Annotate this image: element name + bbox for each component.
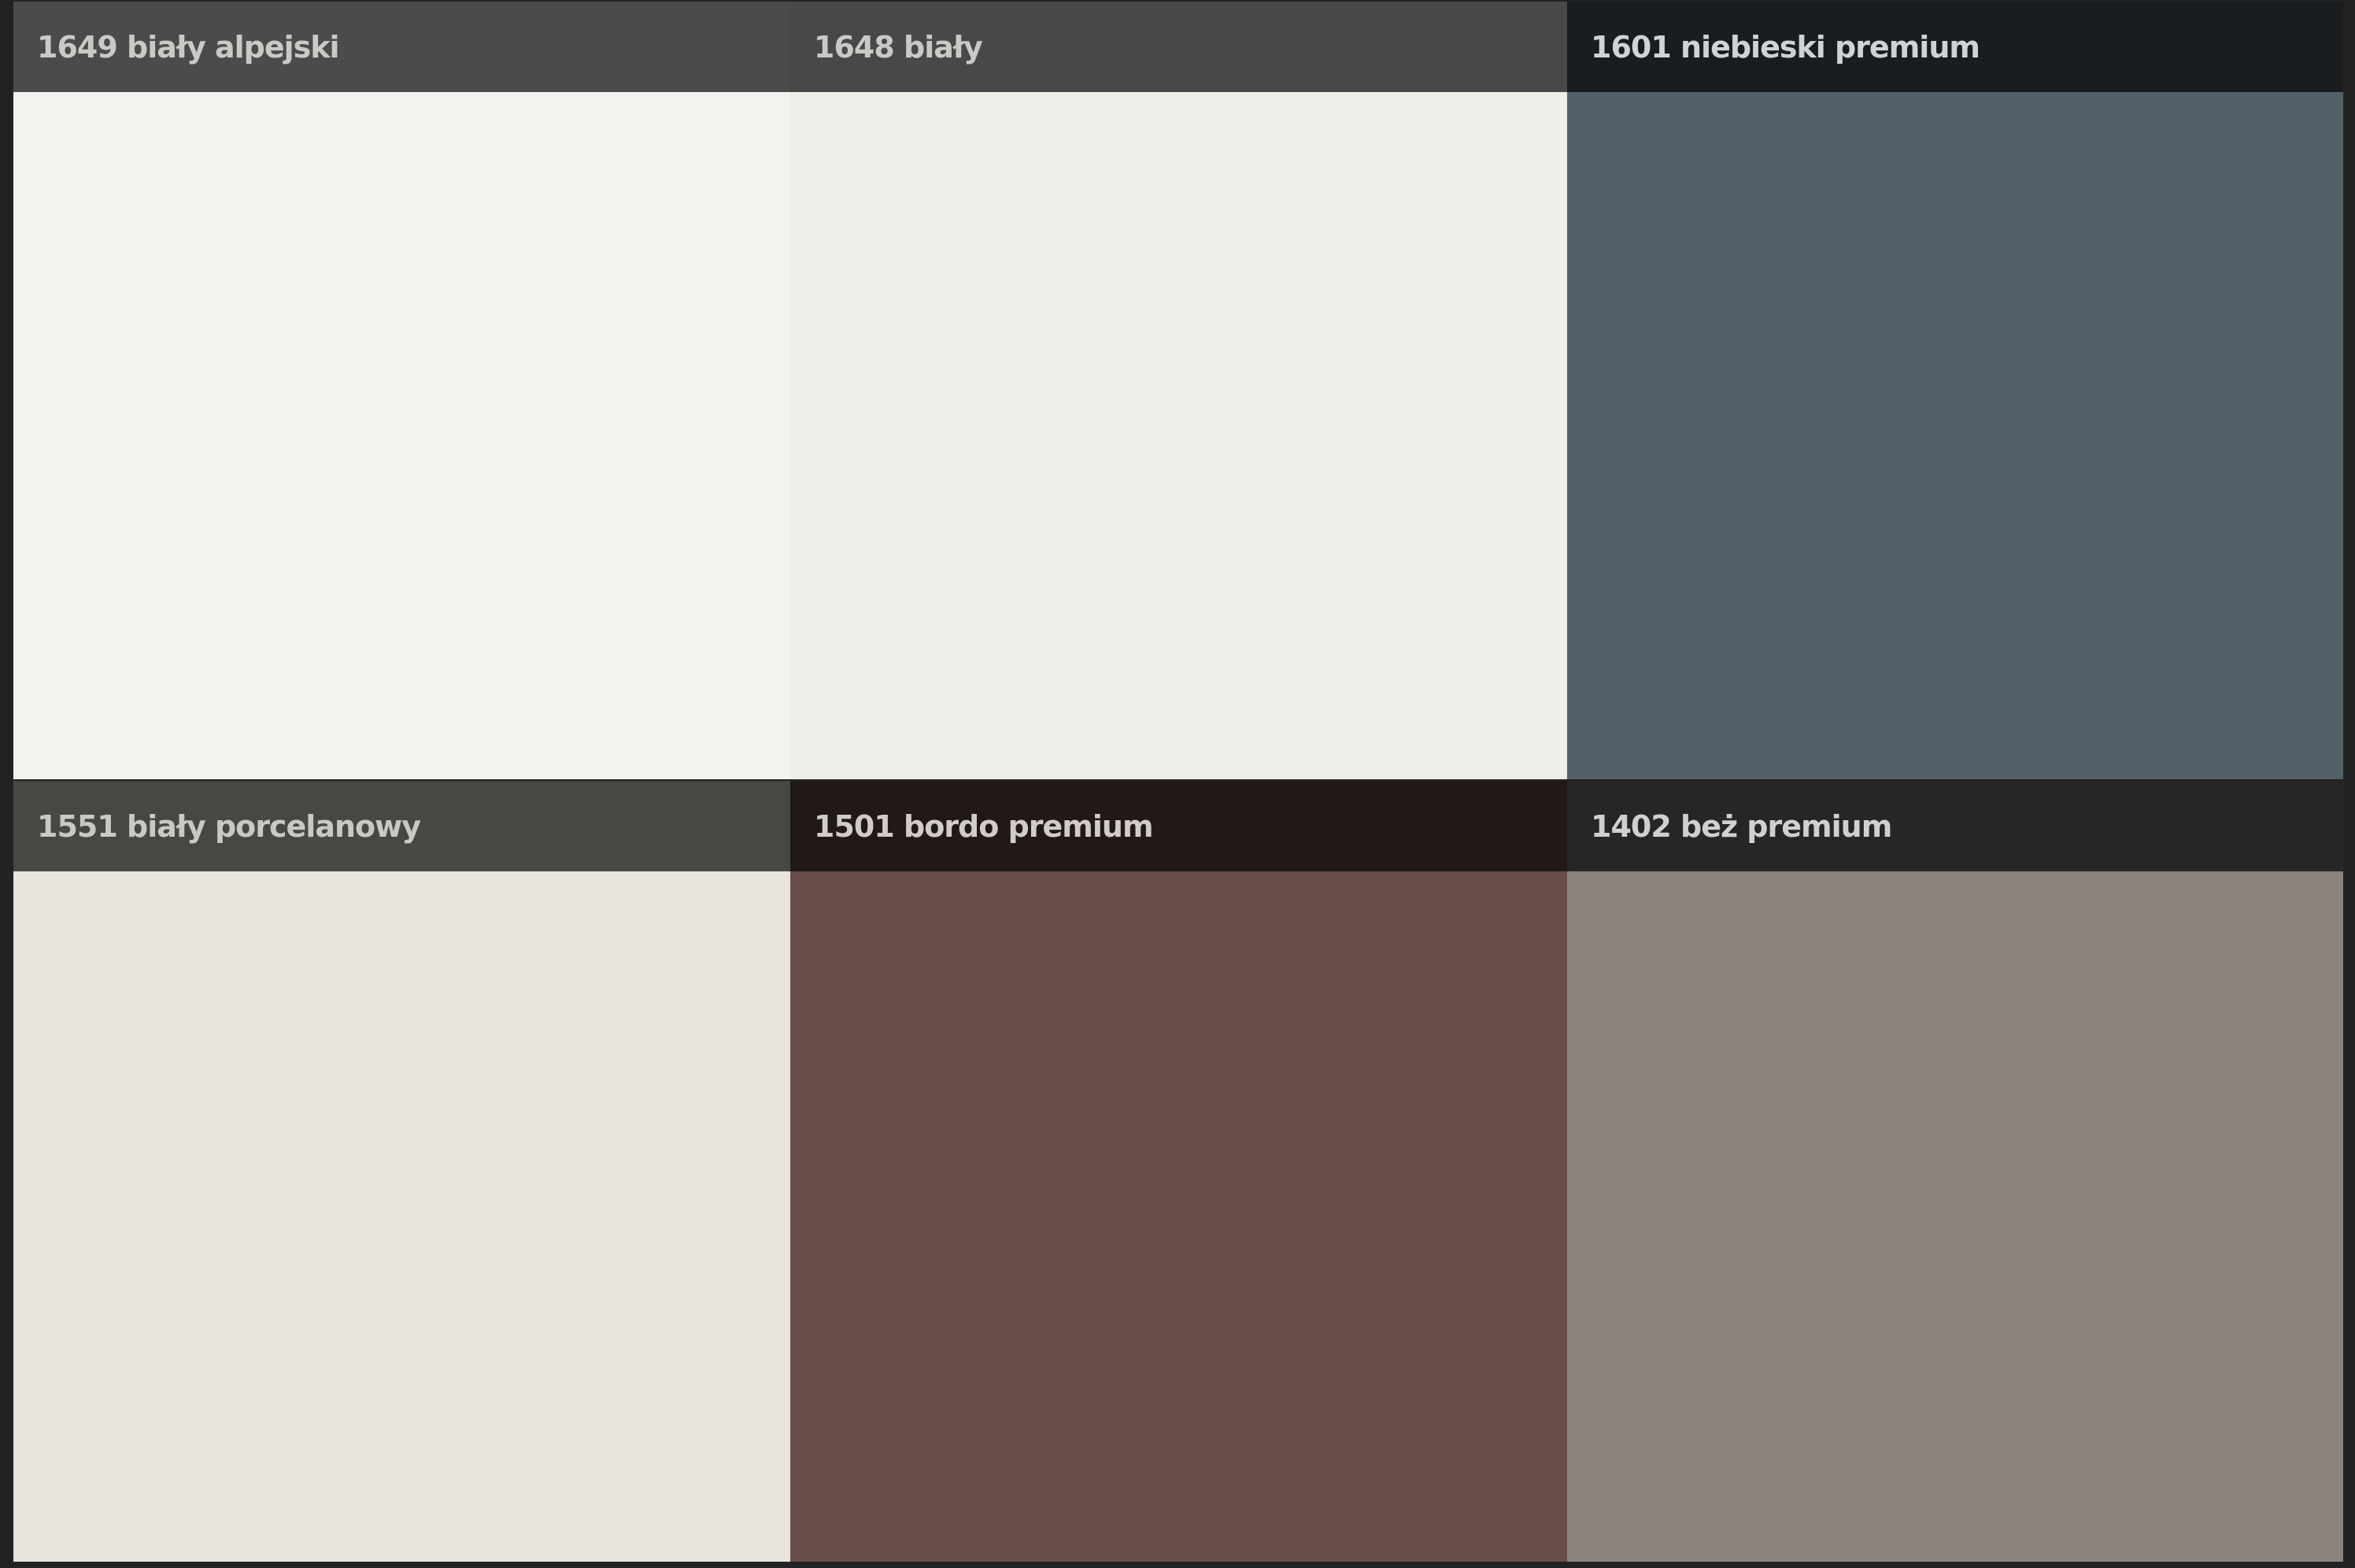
swatch-color-sample[interactable] [13, 92, 790, 779]
swatch-label: 1551 biały porcelanowy [37, 808, 421, 844]
swatch-header: 1601 niebieski premium [1567, 2, 2343, 92]
swatch-label: 1501 bordo premium [814, 808, 1154, 844]
swatch-tile-1648[interactable]: 1648 biały [790, 2, 1567, 779]
swatch-tile-1501[interactable]: 1501 bordo premium [790, 781, 1567, 1562]
color-swatch-page: 1649 biały alpejski 1648 biały 1601 nieb… [0, 0, 2355, 1568]
swatch-color-sample[interactable] [790, 871, 1567, 1562]
swatch-tile-1649[interactable]: 1649 biały alpejski [13, 2, 790, 779]
swatch-header: 1402 beż premium [1567, 781, 2343, 871]
swatch-label: 1649 biały alpejski [37, 29, 340, 65]
swatch-tile-1551[interactable]: 1551 biały porcelanowy [13, 781, 790, 1562]
swatch-header: 1551 biały porcelanowy [13, 781, 790, 871]
swatch-label: 1648 biały [814, 29, 983, 65]
swatch-header: 1649 biały alpejski [13, 2, 790, 92]
swatch-color-sample[interactable] [1567, 92, 2343, 779]
swatch-label: 1402 beż premium [1591, 808, 1892, 844]
swatch-header: 1501 bordo premium [790, 781, 1567, 871]
swatch-header: 1648 biały [790, 2, 1567, 92]
swatch-color-sample[interactable] [790, 92, 1567, 779]
swatch-color-sample[interactable] [13, 871, 790, 1562]
swatch-tile-1601[interactable]: 1601 niebieski premium [1567, 2, 2343, 779]
swatch-color-sample[interactable] [1567, 871, 2343, 1562]
swatch-grid: 1649 biały alpejski 1648 biały 1601 nieb… [13, 2, 2343, 1562]
swatch-tile-1402[interactable]: 1402 beż premium [1567, 781, 2343, 1562]
swatch-label: 1601 niebieski premium [1591, 29, 1980, 65]
